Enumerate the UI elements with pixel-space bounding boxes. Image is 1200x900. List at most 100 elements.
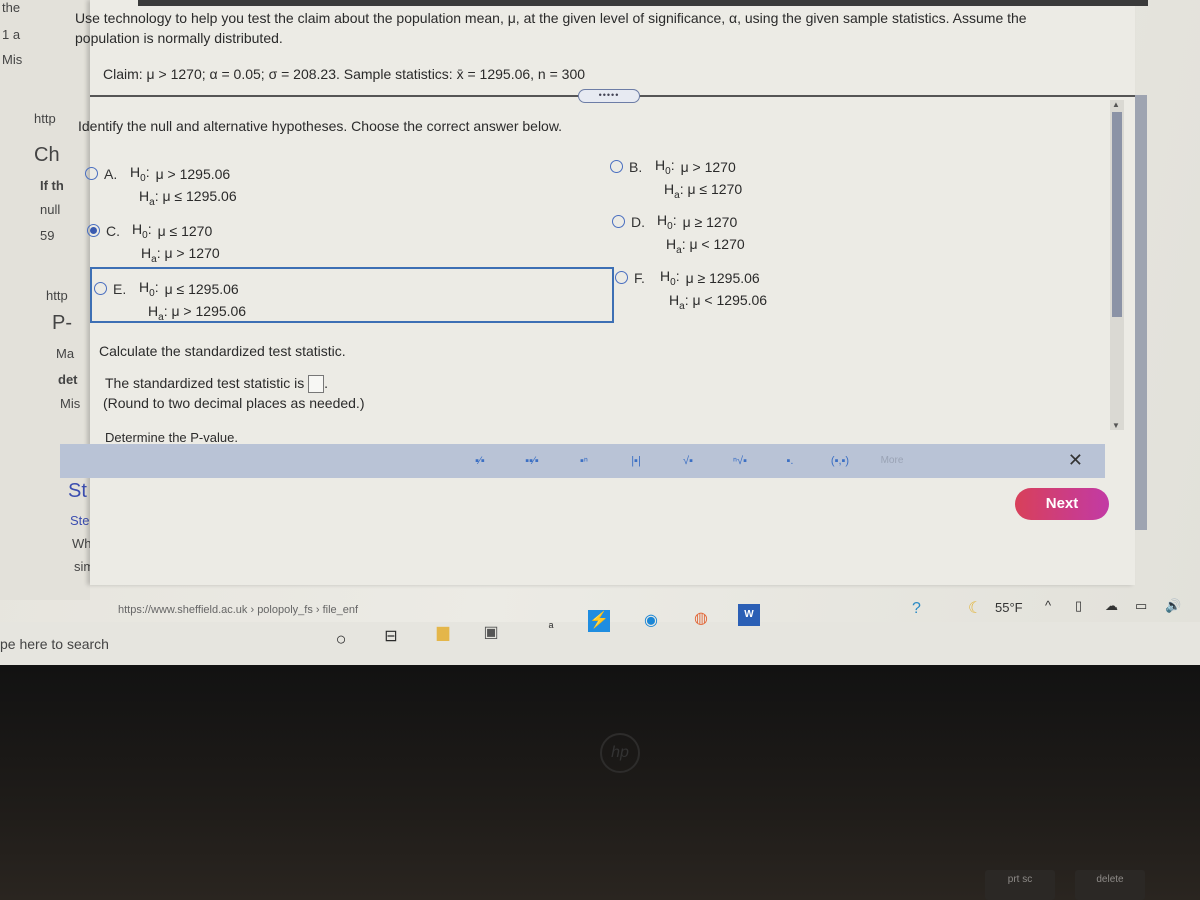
option-f[interactable]: F. H0: μ ≥ 1295.06 Ha: μ < 1295.06 [615, 268, 767, 312]
bg-fragment: Mis [2, 52, 23, 67]
option-letter: A. [104, 165, 118, 182]
absolute-value-button[interactable]: |▪| [616, 450, 656, 472]
option-letter: D. [631, 213, 645, 230]
bg-fragment: Wh [72, 536, 92, 551]
option-e[interactable]: E. H0: μ ≤ 1295.06 Ha: μ > 1295.06 [94, 279, 246, 323]
bg-heading: St [68, 480, 87, 502]
option-b[interactable]: B. H0: μ > 1270 Ha: μ ≤ 1270 [610, 157, 742, 201]
radio-b[interactable] [610, 160, 623, 174]
alt-hypothesis: μ < 1295.06 [692, 291, 768, 308]
volume-icon[interactable]: 🔊 [1165, 598, 1181, 614]
option-a[interactable]: A. H0: μ > 1295.06 Ha: μ ≤ 1295.06 [85, 164, 237, 208]
null-hypothesis: μ > 1295.06 [155, 165, 231, 182]
origin-icon[interactable]: ◍ [690, 608, 712, 630]
bg-fragment: Ste [70, 513, 90, 528]
fraction-button[interactable]: ▪⁄▪ [460, 450, 500, 472]
alt-hypothesis: μ < 1270 [689, 235, 745, 252]
null-hypothesis-label: H0: [657, 212, 677, 232]
test-statistic-input[interactable] [308, 375, 325, 394]
radio-c-selected[interactable] [87, 224, 100, 238]
null-hypothesis-label: H0: [139, 279, 159, 299]
expand-button[interactable]: ••••• [578, 89, 640, 103]
part1-prompt: Identify the null and alternative hypoth… [78, 118, 563, 134]
alt-hypothesis-label: Ha: [669, 291, 689, 312]
key-delete: delete [1075, 870, 1145, 900]
subscript-button[interactable]: ▪. [770, 450, 810, 472]
null-hypothesis-label: H0: [132, 221, 152, 241]
alt-hypothesis-label: Ha: [139, 187, 159, 208]
radio-f[interactable] [615, 271, 628, 285]
more-button[interactable]: More [872, 450, 912, 472]
null-hypothesis: μ ≤ 1270 [157, 222, 213, 239]
search-result-url[interactable]: https://www.sheffield.ac.uk › polopoly_f… [118, 604, 358, 616]
bg-heading: Ch [34, 144, 60, 166]
alt-hypothesis: μ ≤ 1270 [687, 180, 743, 197]
part2-prompt: Calculate the standardized test statisti… [99, 343, 346, 359]
alt-hypothesis: μ ≤ 1295.06 [162, 187, 237, 204]
bg-fragment: Mis [60, 396, 81, 411]
cloud-icon[interactable]: ☁ [1105, 598, 1118, 614]
test-statistic-label: The standardized test statistic is [105, 375, 305, 391]
null-hypothesis: μ > 1270 [680, 158, 736, 175]
alt-hypothesis: μ > 1295.06 [171, 302, 247, 319]
option-c[interactable]: C. H0: μ ≤ 1270 Ha: μ > 1270 [87, 221, 220, 265]
cortana-icon[interactable]: ○ [330, 628, 352, 650]
device-icon[interactable]: ▯ [1075, 598, 1082, 614]
null-hypothesis-label: H0: [655, 157, 675, 177]
next-button[interactable]: Next [1015, 488, 1109, 520]
square-root-button[interactable]: √▪ [668, 450, 708, 472]
option-letter: C. [106, 222, 120, 239]
null-hypothesis-label: H0: [660, 268, 680, 288]
edge-icon[interactable]: ◉ [640, 610, 662, 632]
app-icon[interactable]: a [540, 614, 562, 636]
page-scrollbar[interactable] [1135, 95, 1147, 530]
weather-icon[interactable]: ☾ [968, 598, 982, 618]
radio-e[interactable] [94, 282, 107, 296]
rounding-hint: (Round to two decimal places as needed.) [103, 395, 365, 411]
superscript-button[interactable]: ▪ⁿ [564, 450, 604, 472]
panel-scrollbar[interactable]: ▲ ▼ [1110, 100, 1124, 430]
null-hypothesis: μ ≤ 1295.06 [164, 280, 239, 297]
task-view-icon[interactable]: ⊟ [380, 626, 402, 648]
radio-d[interactable] [612, 215, 625, 229]
laptop-screen: the 1 a Mis http Ch If th null 59 http P… [0, 0, 1200, 665]
null-hypothesis: μ ≥ 1270 [682, 213, 738, 230]
math-toolbar: ▪⁄▪ ▪▪⁄▪ ▪ⁿ |▪| √▪ ⁿ√▪ ▪. (▪,▪) More ✕ [60, 444, 1105, 478]
test-statistic-statement: The standardized test statistic is . [105, 375, 328, 394]
radio-a[interactable] [85, 167, 98, 181]
close-icon[interactable]: ✕ [1068, 450, 1083, 471]
alt-hypothesis: μ > 1270 [164, 244, 220, 261]
bg-link[interactable]: http [34, 111, 56, 126]
null-hypothesis: μ ≥ 1295.06 [685, 269, 760, 286]
alt-hypothesis-label: Ha: [666, 235, 686, 256]
option-letter: E. [113, 280, 127, 297]
taskbar-search-input[interactable]: pe here to search [0, 636, 109, 652]
ordered-pair-button[interactable]: (▪,▪) [820, 450, 860, 472]
bg-link[interactable]: http [46, 288, 68, 303]
battery-icon[interactable]: ▭ [1135, 598, 1147, 614]
key-prt-sc: prt sc [985, 870, 1055, 900]
option-d[interactable]: D. H0: μ ≥ 1270 Ha: μ < 1270 [612, 212, 745, 256]
claim-text: Claim: μ > 1270; α = 0.05; σ = 208.23. S… [103, 66, 586, 82]
windows-taskbar: pe here to search ○ ⊟ ▆ ▣ a ⚡ ◉ ◍ W [0, 604, 1200, 665]
mixed-number-button[interactable]: ▪▪⁄▪ [512, 450, 552, 472]
alt-hypothesis-label: Ha: [148, 302, 168, 323]
weather-temp[interactable]: 55°F [995, 600, 1023, 615]
word-icon[interactable]: W [738, 604, 760, 626]
question-panel: Use technology to help you test the clai… [60, 0, 1148, 585]
bg-heading: P- [52, 312, 72, 334]
help-icon[interactable]: ? [912, 600, 921, 618]
scroll-down-icon[interactable]: ▼ [1112, 421, 1120, 430]
file-explorer-icon[interactable]: ▆ [432, 622, 454, 644]
background-page: the 1 a Mis http Ch If th null 59 http P… [0, 0, 94, 600]
scrollbar-thumb[interactable] [1112, 112, 1122, 317]
nth-root-button[interactable]: ⁿ√▪ [720, 450, 760, 472]
hp-logo: hp [600, 733, 640, 773]
link-app-icon[interactable]: ⚡ [588, 610, 610, 632]
microsoft-store-icon[interactable]: ▣ [480, 622, 502, 644]
bg-fragment: 59 [40, 228, 55, 243]
bg-fragment: the [2, 0, 21, 15]
chevron-up-icon[interactable]: ^ [1045, 598, 1051, 613]
scroll-up-icon[interactable]: ▲ [1112, 100, 1120, 109]
part3-prompt: Determine the P-value. [105, 430, 238, 445]
